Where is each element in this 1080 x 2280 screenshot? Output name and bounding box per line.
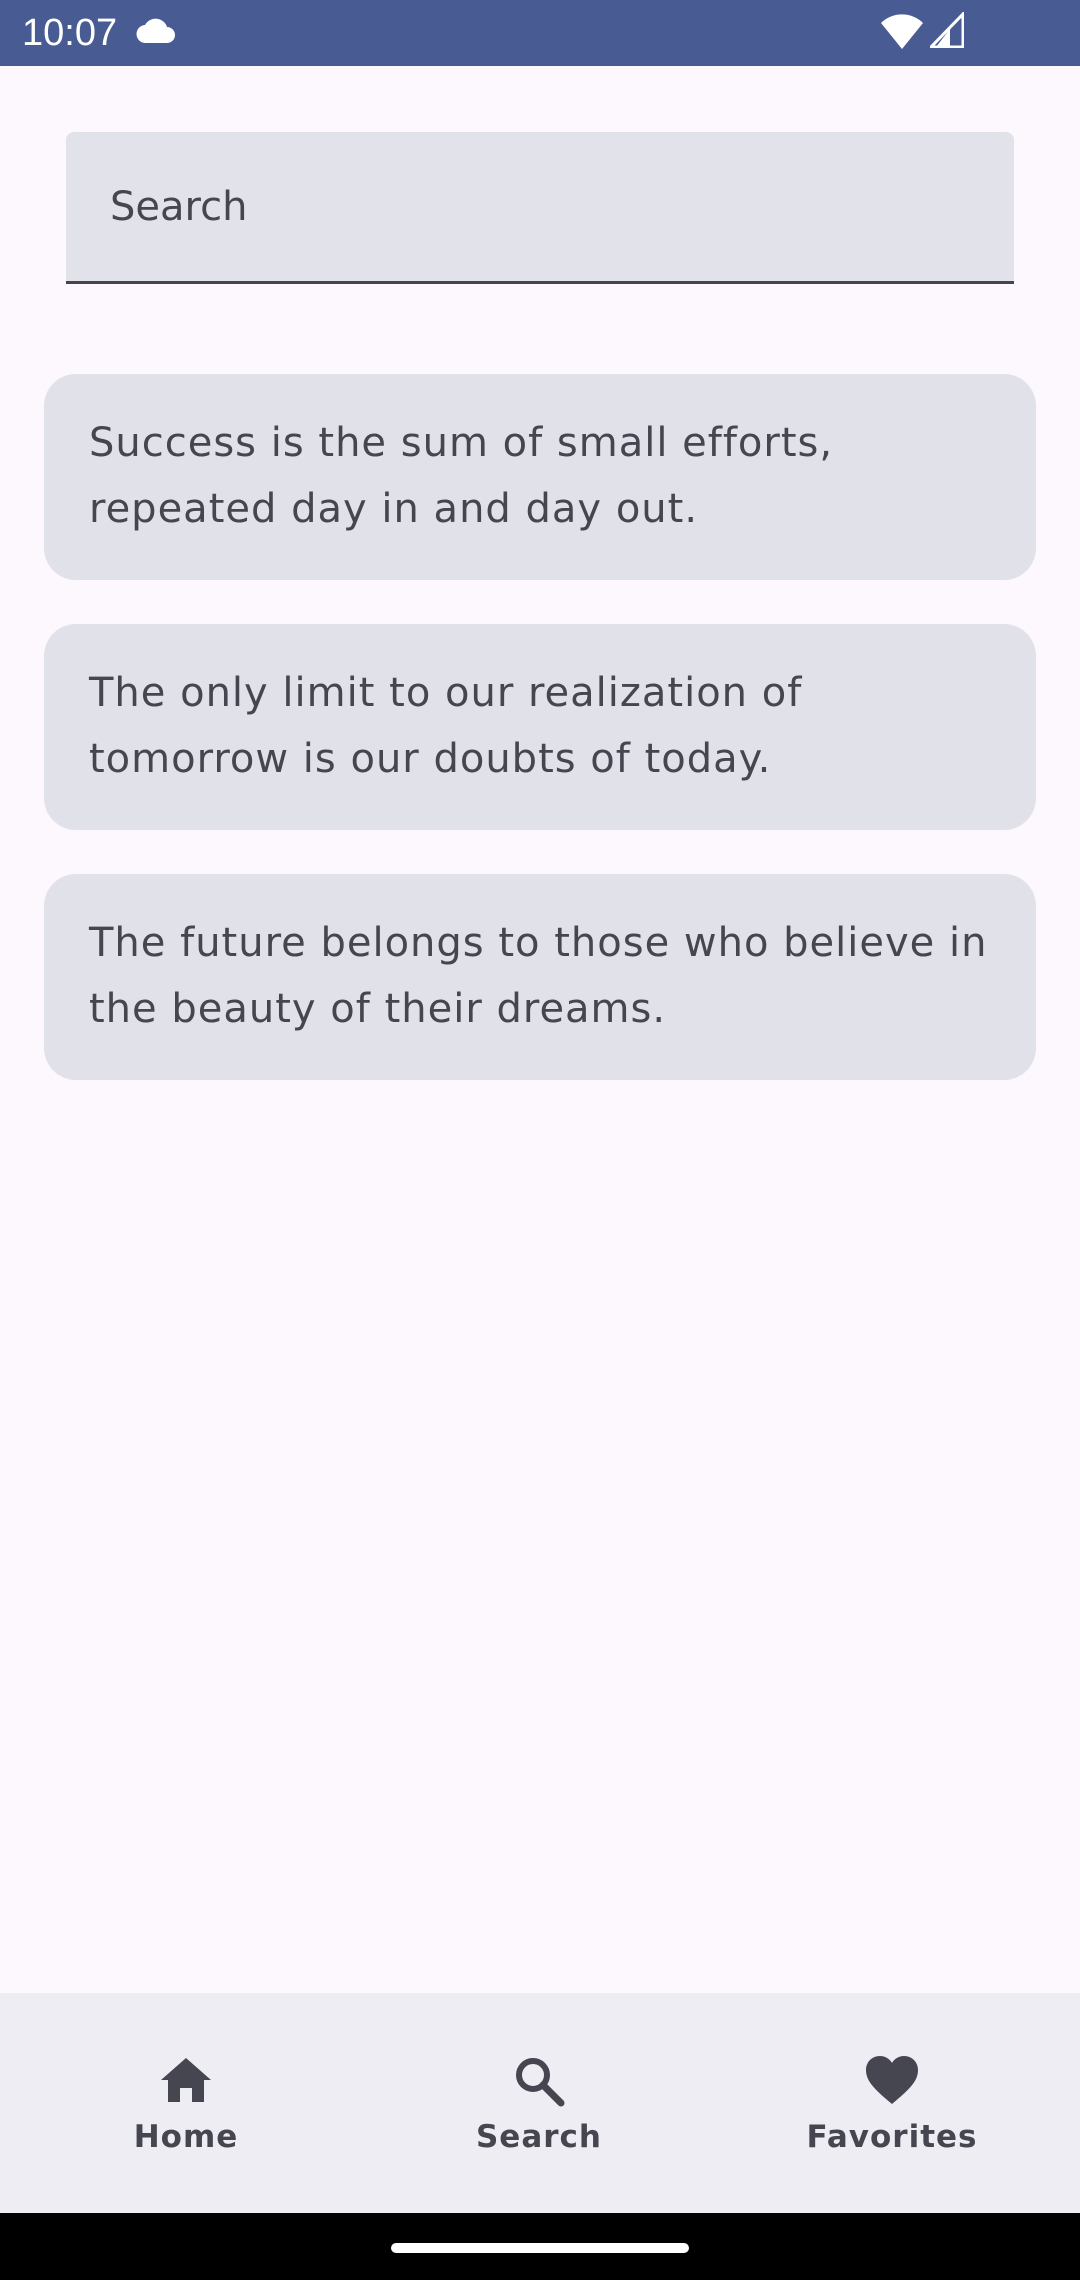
quote-text: Success is the sum of small efforts, rep… bbox=[89, 420, 834, 532]
quote-card[interactable]: Success is the sum of small efforts, rep… bbox=[44, 374, 1036, 580]
quote-card[interactable]: The only limit to our realization of tom… bbox=[44, 624, 1036, 830]
gesture-handle[interactable] bbox=[391, 2243, 689, 2253]
search-input[interactable] bbox=[110, 132, 970, 281]
quote-card[interactable]: The future belongs to those who believe … bbox=[44, 874, 1036, 1080]
home-icon bbox=[158, 2053, 214, 2109]
system-navigation-bar bbox=[0, 2213, 1080, 2280]
bottom-navigation: Home Search Favorites bbox=[0, 1993, 1080, 2213]
quote-text: The only limit to our realization of tom… bbox=[89, 670, 803, 782]
status-time: 10:07 bbox=[22, 12, 118, 54]
nav-item-search[interactable]: Search bbox=[359, 1993, 719, 2213]
wifi-icon bbox=[880, 14, 924, 54]
signal-icon bbox=[927, 10, 965, 52]
cloud-icon bbox=[136, 18, 176, 48]
nav-item-favorites[interactable]: Favorites bbox=[712, 1993, 1072, 2213]
quote-text: The future belongs to those who believe … bbox=[89, 920, 988, 1032]
search-field[interactable] bbox=[66, 132, 1014, 284]
heart-icon bbox=[864, 2053, 920, 2109]
search-icon bbox=[511, 2053, 567, 2109]
nav-label-home: Home bbox=[133, 2119, 239, 2155]
nav-item-home[interactable]: Home bbox=[6, 1993, 366, 2213]
status-bar: 10:07 bbox=[0, 0, 1080, 66]
nav-label-favorites: Favorites bbox=[806, 2119, 978, 2155]
nav-label-search: Search bbox=[475, 2119, 602, 2155]
